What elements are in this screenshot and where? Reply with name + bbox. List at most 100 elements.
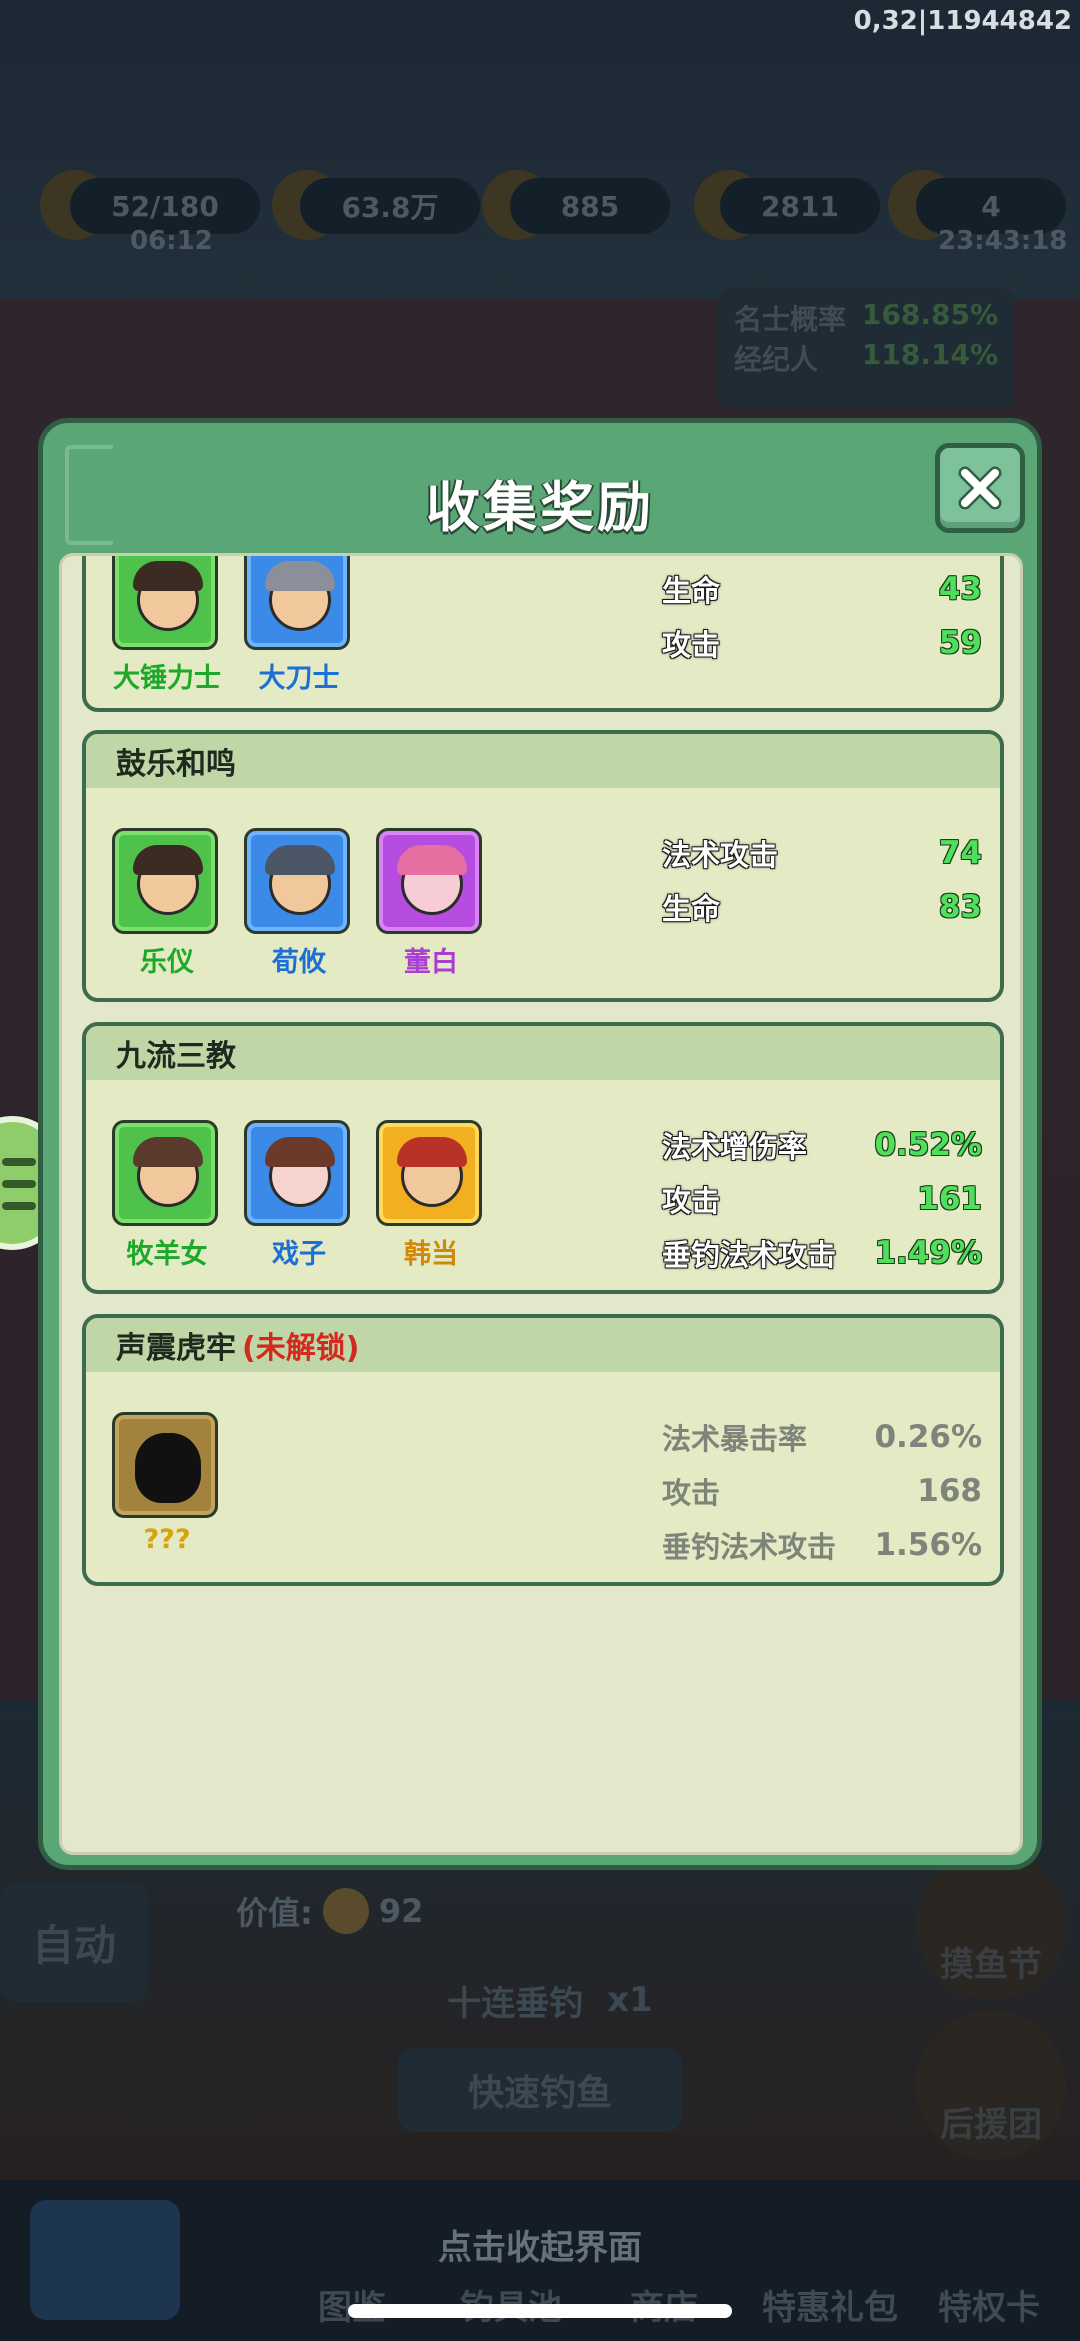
tab-privilege-card[interactable]: 特权卡 (938, 2280, 1040, 2329)
group-stats: 法术攻击 74 生命 83 (662, 826, 982, 934)
bg-stat-value: 118.14% (861, 338, 998, 371)
group-title: 鼓乐和鸣 (86, 734, 1000, 788)
hero-hair-icon (133, 1137, 203, 1167)
stat-label: 法术攻击 (662, 838, 779, 872)
reward-group-card: 鼓乐和鸣 乐仪 荀攸 董白 法术攻击 74 生命 83 (82, 730, 1004, 1002)
stat-label: 垂钓法术攻击 (662, 1530, 837, 1564)
hero-name: 大刀士 (258, 663, 340, 694)
stat-label: 生命 (662, 892, 721, 926)
hero-item[interactable]: 大刀士 (244, 556, 354, 695)
reward-group-card: 九流三教 牧羊女 戏子 韩当 法术增伤率 0.52% 攻击 161 垂钓法术攻击… (82, 1022, 1004, 1294)
collection-reward-modal: 收集奖励 大锤力士 大刀士 生命 43 攻击 59 鼓乐和鸣 乐仪 荀攸 董白 … (38, 418, 1042, 1870)
close-icon (958, 466, 1002, 510)
home-indicator[interactable] (348, 2304, 732, 2318)
reward-list[interactable]: 大锤力士 大刀士 生命 43 攻击 59 鼓乐和鸣 乐仪 荀攸 董白 法术攻击 … (59, 553, 1023, 1855)
group-name: 鼓乐和鸣 (116, 747, 236, 782)
hero-hair-icon (265, 845, 335, 875)
resource-gems: 885 (510, 178, 670, 234)
stat-row: 法术增伤率 0.52% (662, 1118, 982, 1172)
hero-portrait (112, 1412, 218, 1518)
stat-value: 168 (917, 1473, 982, 1509)
hero-name: 董白 (404, 947, 458, 978)
stat-label: 攻击 (662, 1184, 721, 1218)
stat-value: 43 (938, 571, 982, 607)
hero-helmet-icon (265, 561, 335, 591)
hero-portrait (244, 556, 350, 650)
stat-row: 生命 43 (662, 562, 982, 616)
value-amount: 92 (378, 1892, 424, 1930)
auto-button[interactable]: 自动 (0, 1882, 148, 2002)
stat-value: 1.56% (874, 1527, 982, 1563)
silhouette-icon (135, 1433, 201, 1503)
hero-item[interactable]: 乐仪 (112, 828, 222, 979)
hero-portrait (244, 828, 350, 934)
hero-hair-icon (133, 561, 203, 591)
timer-left: 06:12 (130, 226, 213, 256)
menu-bar-icon (2, 1180, 36, 1188)
stat-value: 1.49% (874, 1235, 982, 1271)
value-row: 价值: 92 (236, 1888, 423, 1934)
resource-coins: 63.8万 (300, 178, 480, 234)
hero-item[interactable]: 戏子 (244, 1120, 354, 1271)
hero-name: ??? (143, 1524, 191, 1555)
hero-portrait (112, 1120, 218, 1226)
hero-hair-icon (397, 845, 467, 875)
hero-item-unknown[interactable]: ??? (112, 1412, 222, 1555)
ten-fish-label: 十连垂钓 (447, 1983, 584, 2024)
hero-hair-icon (397, 1137, 467, 1167)
support-group-button[interactable]: 后援团 (916, 2010, 1066, 2160)
resource-tickets: 2811 (720, 178, 880, 234)
stat-value: 0.52% (874, 1127, 982, 1163)
stat-label: 攻击 (662, 628, 721, 662)
collapse-hint[interactable]: 点击收起界面 (0, 2220, 1080, 2269)
reward-group-card-locked: 声震虎牢 (未解锁) ??? 法术暴击率 0.26% 攻击 168 垂钓法术攻击 1.… (82, 1314, 1004, 1586)
hero-name: 牧羊女 (126, 1239, 208, 1270)
fish-festival-button[interactable]: 摸鱼节 (916, 1850, 1066, 2000)
bg-stat-label: 名士概率 (734, 303, 847, 336)
close-button[interactable] (935, 443, 1025, 533)
group-name: 九流三教 (116, 1039, 236, 1074)
hero-item[interactable]: 大锤力士 (112, 556, 222, 695)
hero-portrait (112, 556, 218, 650)
debug-text: 0,32|11944842 (853, 6, 1072, 36)
quick-fish-button[interactable]: 快速钓鱼 (398, 2048, 682, 2132)
reward-group-card: 大锤力士 大刀士 生命 43 攻击 59 (82, 556, 1004, 712)
background-stat-panel: 名士概率 168.85% 经纪人 118.14% (718, 288, 1014, 408)
ten-fish-cost: x1 (607, 1980, 653, 2020)
value-label: 价值: (236, 1894, 313, 1932)
hero-item[interactable]: 荀攸 (244, 828, 354, 979)
hero-name: 韩当 (404, 1239, 458, 1270)
stat-value: 161 (917, 1181, 982, 1217)
bg-stat-value: 168.85% (861, 298, 998, 331)
stat-row: 法术攻击 74 (662, 826, 982, 880)
stat-row: 攻击 59 (662, 616, 982, 670)
ten-fish-button[interactable]: 十连垂钓 x1 (370, 1960, 730, 2040)
group-title: 九流三教 (86, 1026, 1000, 1080)
hero-item[interactable]: 牧羊女 (112, 1120, 222, 1271)
stat-value: 59 (938, 625, 982, 661)
stat-row: 垂钓法术攻击 1.56% (662, 1518, 982, 1572)
stat-row: 法术暴击率 0.26% (662, 1410, 982, 1464)
stat-label: 法术暴击率 (662, 1422, 808, 1456)
hero-portrait (244, 1120, 350, 1226)
bg-stat-label: 经纪人 (734, 343, 819, 376)
stat-value: 74 (938, 835, 982, 871)
stat-row: 生命 83 (662, 880, 982, 934)
group-name: 声震虎牢 (116, 1331, 236, 1366)
group-stats: 生命 43 攻击 59 (662, 562, 982, 670)
stat-row: 攻击 168 (662, 1464, 982, 1518)
hero-name: 乐仪 (140, 947, 194, 978)
modal-title: 收集奖励 (426, 476, 654, 539)
coin-icon (322, 1888, 369, 1934)
menu-bar-icon (2, 1158, 36, 1166)
hero-item[interactable]: 韩当 (376, 1120, 486, 1271)
stat-label: 垂钓法术攻击 (662, 1238, 837, 1272)
stat-label: 攻击 (662, 1476, 721, 1510)
hero-portrait (376, 828, 482, 934)
hero-name: 戏子 (272, 1239, 326, 1270)
hero-hair-icon (133, 845, 203, 875)
hero-name: 大锤力士 (113, 663, 221, 694)
hero-item[interactable]: 董白 (376, 828, 486, 979)
hero-portrait (376, 1120, 482, 1226)
tab-special-pack[interactable]: 特惠礼包 (762, 2280, 898, 2329)
